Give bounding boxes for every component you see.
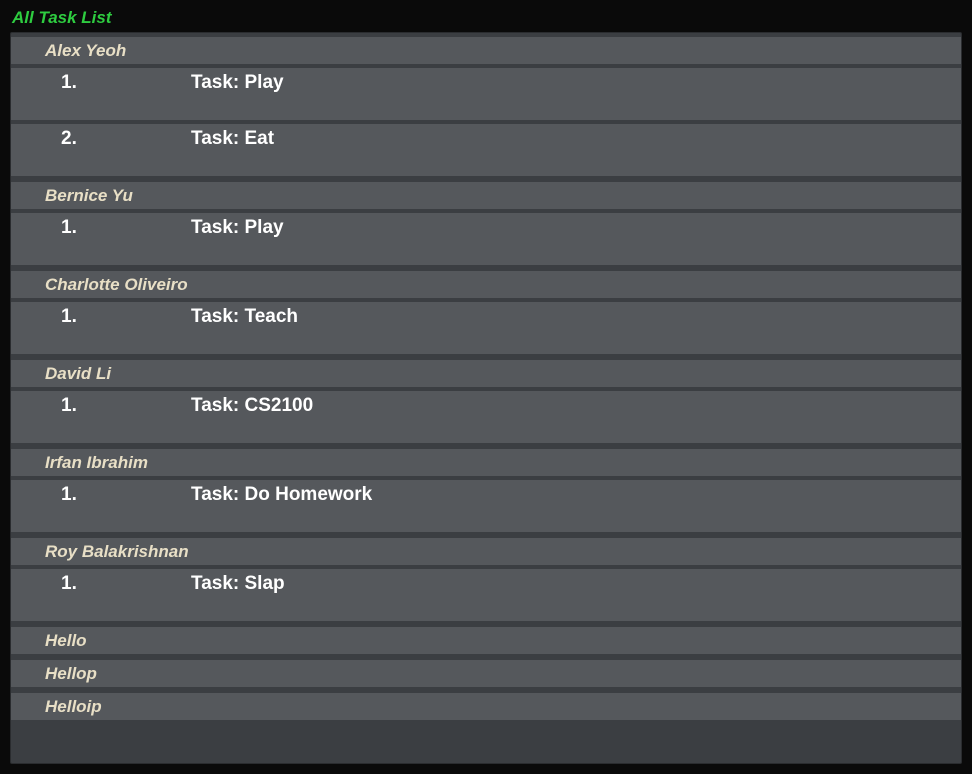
task-index: 2. [11, 128, 191, 150]
person-header[interactable]: Roy Balakrishnan [11, 538, 961, 565]
person-name: Hellop [45, 664, 97, 684]
task-index: 1. [11, 217, 191, 239]
task-row[interactable]: 1.Task: Slap [11, 569, 961, 621]
task-list-window: All Task List Alex Yeoh1.Task: Play2.Tas… [0, 0, 972, 774]
task-index: 1. [11, 395, 191, 417]
task-label: Task: Play [191, 217, 961, 239]
person-group: Hello [11, 621, 961, 654]
task-label: Task: Slap [191, 573, 961, 595]
task-index: 1. [11, 484, 191, 506]
person-name: Charlotte Oliveiro [45, 275, 188, 295]
person-header[interactable]: Hellop [11, 660, 961, 687]
person-name: Hello [45, 631, 87, 651]
task-row[interactable]: 1.Task: Play [11, 68, 961, 120]
person-group: Hellop [11, 654, 961, 687]
person-name: Irfan Ibrahim [45, 453, 148, 473]
task-index: 1. [11, 573, 191, 595]
person-group: Helloip [11, 687, 961, 720]
person-group: Alex Yeoh1.Task: Play2.Task: Eat [11, 33, 961, 176]
task-label: Task: Do Homework [191, 484, 961, 506]
person-header[interactable]: Hello [11, 627, 961, 654]
task-label: Task: Eat [191, 128, 961, 150]
task-index: 1. [11, 306, 191, 328]
person-group: Irfan Ibrahim 1.Task: Do Homework [11, 443, 961, 532]
task-label: Task: Teach [191, 306, 961, 328]
task-label: Task: Play [191, 72, 961, 94]
person-name: David Li [45, 364, 111, 384]
task-row[interactable]: 1.Task: Do Homework [11, 480, 961, 532]
task-row[interactable]: 2.Task: Eat [11, 124, 961, 176]
person-name: Helloip [45, 697, 102, 717]
task-row[interactable]: 1.Task: Teach [11, 302, 961, 354]
person-group: Bernice Yu 1.Task: Play [11, 176, 961, 265]
task-row[interactable]: 1.Task: Play [11, 213, 961, 265]
person-header[interactable]: Charlotte Oliveiro [11, 271, 961, 298]
person-header[interactable]: Bernice Yu [11, 182, 961, 209]
task-index: 1. [11, 72, 191, 94]
task-row[interactable]: 1.Task: CS2100 [11, 391, 961, 443]
person-header[interactable]: David Li [11, 360, 961, 387]
person-name: Bernice Yu [45, 186, 133, 206]
person-group: Charlotte Oliveiro 1.Task: Teach [11, 265, 961, 354]
person-header[interactable]: Helloip [11, 693, 961, 720]
person-name: Alex Yeoh [45, 41, 126, 61]
person-group: Roy Balakrishnan 1.Task: Slap [11, 532, 961, 621]
person-header[interactable]: Irfan Ibrahim [11, 449, 961, 476]
task-label: Task: CS2100 [191, 395, 961, 417]
task-list-scroll[interactable]: Alex Yeoh1.Task: Play2.Task: EatBernice … [11, 33, 961, 763]
panel-title: All Task List [10, 6, 962, 32]
person-header[interactable]: Alex Yeoh [11, 37, 961, 64]
person-group: David Li 1.Task: CS2100 [11, 354, 961, 443]
panel: Alex Yeoh1.Task: Play2.Task: EatBernice … [10, 32, 962, 764]
person-name: Roy Balakrishnan [45, 542, 189, 562]
